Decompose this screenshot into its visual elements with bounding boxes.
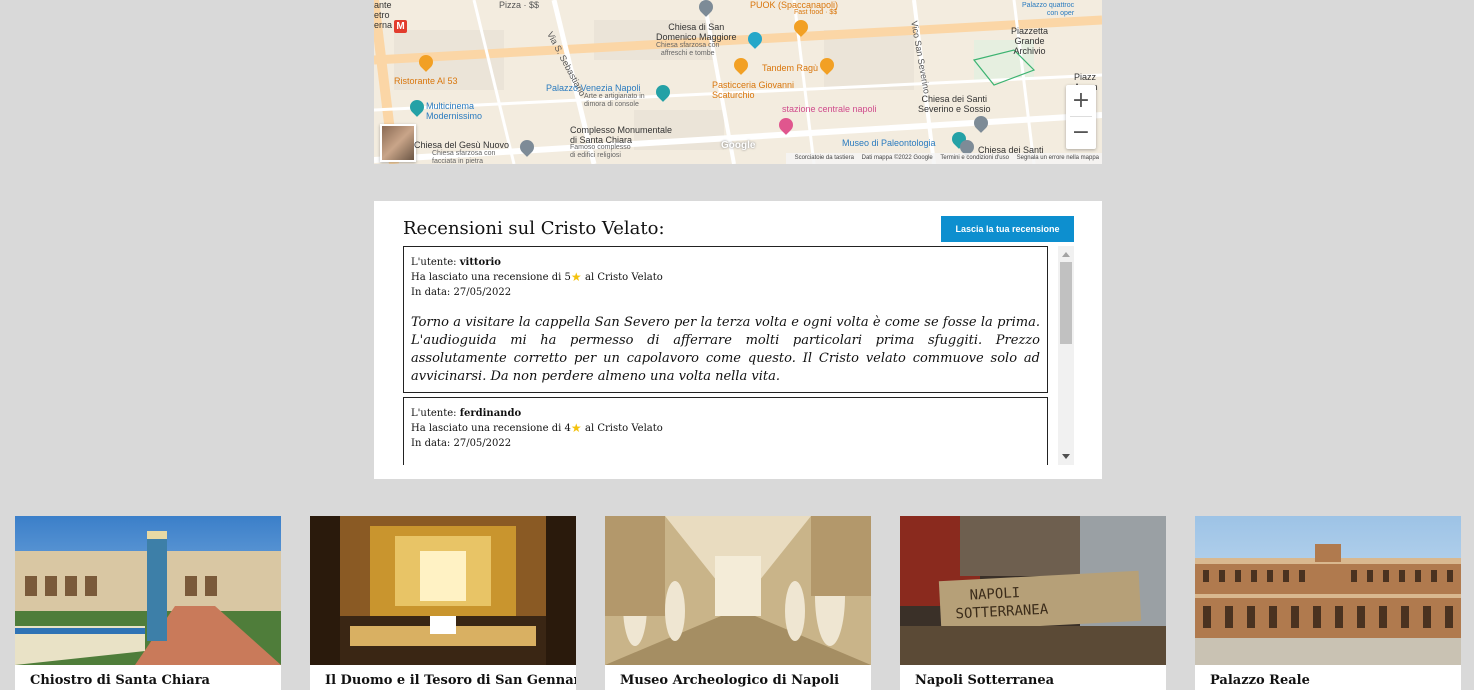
report-error-link[interactable]: Segnala un errore nella mappa <box>1017 155 1099 161</box>
map-label-puok-sub: Fast food · $$ <box>794 9 838 16</box>
place-card-napoli-sotterranea[interactable]: NAPOLI SOTTERRANEA Napoli Sotterranea <box>900 516 1166 690</box>
map-label-dante: ante etro erna <box>374 0 393 30</box>
svg-text:NAPOLI: NAPOLI <box>969 585 1020 604</box>
terms-link[interactable]: Termini e condizioni d'uso <box>940 155 1009 161</box>
zoom-out-button[interactable]: − <box>1066 117 1096 148</box>
map-label-domenico-sub: Chiesa sfarzosa con affreschi e tombe <box>656 42 720 57</box>
map-label-palazzo-venezia[interactable]: Palazzo Venezia Napoli <box>546 83 641 93</box>
place-title[interactable]: Palazzo Reale <box>1210 673 1310 688</box>
map-label-piazzetta: Piazzetta Grande Archivio <box>1011 26 1049 56</box>
review-user-line: L'utente: ferdinando <box>411 408 522 419</box>
map-label-ristorante[interactable]: Ristorante Al 53 <box>394 76 458 86</box>
review-username: vittorio <box>459 257 501 268</box>
place-title[interactable]: Napoli Sotterranea <box>915 673 1054 688</box>
reviews-scrollbar[interactable] <box>1058 246 1074 465</box>
satellite-view-thumbnail[interactable] <box>380 124 416 162</box>
review-rating-line: Ha lasciato una recensione di 4★ al Cris… <box>411 421 663 435</box>
map-label-palazzo-top: Palazzo quattroc con oper <box>1022 2 1075 17</box>
review-card: L'utente: vittorio Ha lasciato una recen… <box>403 246 1048 393</box>
place-card-palazzo-reale[interactable]: Palazzo Reale <box>1195 516 1461 690</box>
review-username: ferdinando <box>459 408 522 419</box>
review-date-line: In data: 27/05/2022 <box>411 287 512 298</box>
map-label-tandem[interactable]: Tandem Ragù <box>762 63 818 73</box>
review-date: 27/05/2022 <box>453 438 512 449</box>
review-rating-line: Ha lasciato una recensione di 5★ al Cris… <box>411 270 663 284</box>
star-icon: ★ <box>570 421 582 435</box>
reviews-list[interactable]: L'utente: vittorio Ha lasciato una recen… <box>403 246 1074 465</box>
place-image[interactable] <box>605 516 871 665</box>
map-label-severino[interactable]: Chiesa dei Santi Severino e Sossio <box>918 94 991 114</box>
star-icon: ★ <box>570 270 582 284</box>
place-title[interactable]: Il Duomo e il Tesoro di San Gennaro <box>325 673 576 688</box>
map-label-gesu-sub: Chiesa sfarzosa con facciata in pietra <box>432 150 496 164</box>
place-card-duomo[interactable]: Il Duomo e il Tesoro di San Gennaro <box>310 516 576 690</box>
scroll-down-arrow-icon[interactable] <box>1062 454 1070 459</box>
map-label-santa-chiara[interactable]: Complesso Monumentale di Santa Chiara <box>570 125 672 145</box>
review-date-line: In data: 27/05/2022 <box>411 438 512 449</box>
map-label-museo-paleo[interactable]: Museo di Paleontologia <box>842 138 936 148</box>
map-label-palazzo-venezia-sub: Arte e artigianato in dimora di console <box>584 93 645 108</box>
map-label-pasticceria[interactable]: Pasticceria Giovanni Scaturchio <box>712 80 794 100</box>
place-title[interactable]: Chiostro di Santa Chiara <box>30 673 210 688</box>
review-card: L'utente: ferdinando Ha lasciato una rec… <box>403 397 1048 465</box>
map-label-multicinema[interactable]: Multicinema Modernissimo <box>426 101 482 121</box>
map-widget[interactable]: M ante etro erna Ristorante Al 53 Multic… <box>374 0 1102 164</box>
metro-icon: M <box>394 20 407 33</box>
place-title[interactable]: Museo Archeologico di Napoli <box>620 673 839 688</box>
place-card-santa-chiara[interactable]: Chiostro di Santa Chiara <box>15 516 281 690</box>
keyboard-shortcuts-link[interactable]: Scorciatoie da tastiera <box>795 155 854 161</box>
place-card-museo-archeologico[interactable]: Museo Archeologico di Napoli <box>605 516 871 690</box>
map-label-santa-chiara-sub: Famoso complesso di edifici religiosi <box>570 144 631 159</box>
zoom-in-button[interactable]: + <box>1066 85 1096 116</box>
map-label-pizza: Pizza · $$ <box>499 0 540 10</box>
review-text: Torno a visitare la cappella San Severo … <box>411 315 1040 384</box>
review-date: 27/05/2022 <box>453 287 512 298</box>
map-data-label: Dati mappa ©2022 Google <box>861 155 933 161</box>
zoom-control: + − <box>1066 85 1096 149</box>
map-label-domenico[interactable]: Chiesa di San Domenico Maggiore <box>656 22 737 42</box>
place-image[interactable]: NAPOLI SOTTERRANEA <box>900 516 1166 665</box>
google-logo: Google <box>721 140 756 151</box>
reviews-heading: Recensioni sul Cristo Velato: <box>403 218 665 239</box>
place-image[interactable] <box>310 516 576 665</box>
map-label-stazione[interactable]: stazione centrale napoli <box>782 104 877 114</box>
leave-review-button[interactable]: Lascia la tua recensione <box>941 216 1074 242</box>
reviews-panel: Recensioni sul Cristo Velato: Lascia la … <box>374 201 1102 479</box>
map-attribution: Scorciatoie da tastiera Dati mappa ©2022… <box>785 153 1102 164</box>
scroll-up-arrow-icon[interactable] <box>1062 252 1070 257</box>
review-user-line: L'utente: vittorio <box>411 257 501 268</box>
map-label-gesu[interactable]: Chiesa del Gesù Nuovo <box>414 140 509 150</box>
place-image[interactable] <box>15 516 281 665</box>
scrollbar-thumb[interactable] <box>1060 262 1072 344</box>
place-image[interactable] <box>1195 516 1461 665</box>
